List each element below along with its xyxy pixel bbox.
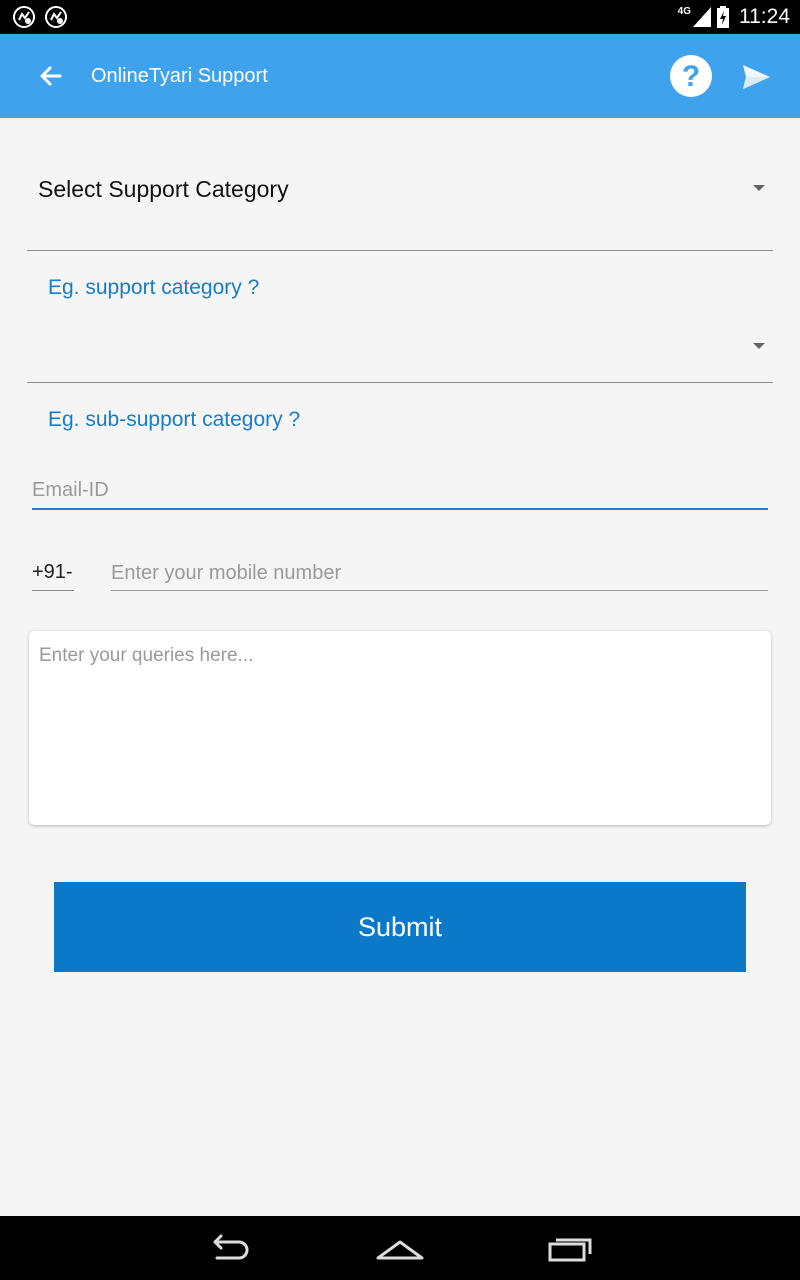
notification-icon	[45, 6, 67, 28]
status-indicators: 4G 11:24	[678, 0, 790, 34]
app-bar: OnlineTyari Support ?	[0, 34, 800, 118]
subcategory-spinner[interactable]	[27, 250, 773, 383]
status-notifications	[12, 5, 68, 29]
mobile-number-field[interactable]	[111, 556, 768, 591]
subcategory-hint: Eg. sub-support category ?	[48, 408, 301, 431]
category-spinner[interactable]: Select Support Category	[27, 118, 773, 251]
clock: 11:24	[739, 5, 790, 28]
back-icon[interactable]	[205, 1232, 255, 1264]
query-textarea[interactable]	[29, 631, 771, 825]
back-arrow-icon[interactable]	[34, 59, 68, 93]
email-field[interactable]	[32, 472, 768, 510]
home-icon[interactable]	[375, 1232, 425, 1264]
battery-icon	[717, 6, 729, 28]
submit-button[interactable]: Submit	[54, 882, 746, 972]
phone-prefix: +91-	[32, 561, 74, 591]
send-icon[interactable]	[740, 61, 772, 93]
category-spinner-text: Select Support Category	[38, 176, 289, 202]
notification-icon	[13, 6, 35, 28]
help-button[interactable]: ?	[670, 55, 712, 97]
recents-icon[interactable]	[546, 1232, 596, 1264]
query-box	[29, 631, 771, 825]
network-type: 4G	[677, 5, 691, 17]
signal-icon	[693, 7, 711, 27]
status-bar: 4G 11:24	[0, 0, 800, 34]
page-title: OnlineTyari Support	[91, 65, 268, 87]
chevron-down-icon	[753, 185, 765, 191]
chevron-down-icon	[753, 343, 765, 349]
navigation-bar	[0, 1216, 800, 1280]
